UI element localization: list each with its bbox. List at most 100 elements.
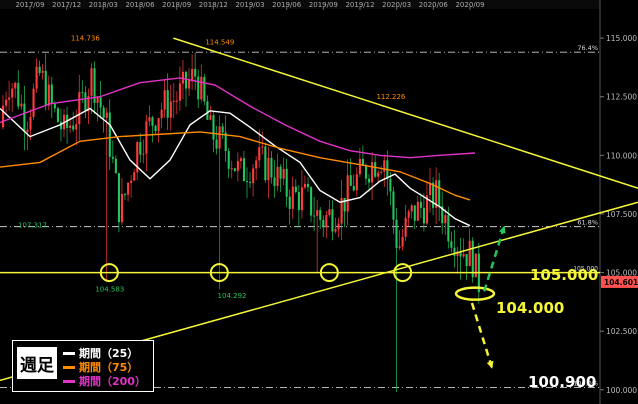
candle-body (337, 223, 340, 230)
legend-swatch-25 (63, 352, 75, 355)
candle-body (2, 105, 5, 128)
support-axis-label: 105.000 (573, 266, 598, 273)
candle-body (35, 66, 38, 89)
x-tick-label: 2018/12 (199, 1, 228, 9)
candle-body (413, 205, 416, 221)
candle-body (447, 215, 450, 242)
price-label: 107.317 (18, 221, 47, 229)
candle-body (32, 88, 35, 117)
candle-body (297, 191, 300, 211)
candle-body (398, 246, 401, 248)
x-tick-label: 2018/06 (125, 1, 155, 9)
candle-body (172, 101, 175, 103)
candle-body (157, 118, 160, 132)
candle-body (279, 166, 282, 179)
candle-body (395, 219, 398, 248)
candle-body (59, 121, 63, 130)
candle-body (84, 92, 87, 112)
fib-label: 76.4% (577, 44, 598, 52)
candle-body (148, 117, 151, 122)
candle-body (20, 103, 23, 107)
candle-body (56, 108, 59, 122)
x-tick-label: 2019/06 (272, 1, 302, 9)
y-tick-label: 115.000 (606, 34, 637, 43)
candle-body (310, 187, 313, 216)
candle-body (191, 68, 194, 81)
candle-body (102, 107, 105, 118)
candle-body (23, 103, 26, 133)
candle-body (75, 124, 78, 130)
candle-body (221, 126, 224, 133)
candle-body (432, 182, 435, 208)
candle-body (270, 157, 273, 178)
candle-body (352, 185, 355, 191)
candle-body (419, 201, 422, 208)
candle-body (108, 112, 111, 157)
candle-body (468, 240, 471, 267)
candle-body (255, 160, 258, 169)
fib-label: 61.8% (577, 219, 598, 227)
x-tick-label: 2020/06 (419, 1, 449, 9)
current-price-label: 104.601 (604, 278, 638, 287)
candle-body (120, 193, 124, 223)
candle-body (111, 156, 114, 159)
price-label: 104.292 (218, 292, 247, 300)
candle-body (465, 254, 468, 267)
candle-body (166, 90, 169, 118)
candle-body (377, 172, 380, 177)
candle-body (212, 115, 215, 140)
candle-body (236, 161, 239, 171)
candle-body (151, 117, 154, 126)
candle-body (242, 158, 246, 182)
candle-body (130, 180, 133, 183)
candle-body (429, 182, 432, 196)
candle-body (325, 215, 328, 228)
candle-body (227, 151, 230, 169)
candle-body (407, 211, 410, 218)
candle-body (117, 173, 120, 223)
candle-body (206, 101, 209, 120)
candle-body (8, 97, 11, 100)
candle-body (26, 129, 29, 133)
candle-body (72, 125, 75, 130)
candle-body (69, 125, 72, 128)
candle-body (38, 66, 41, 73)
y-tick-label: 112.500 (606, 93, 637, 102)
candle-body (422, 207, 425, 224)
candle-body (239, 158, 242, 162)
candle-body (288, 196, 291, 209)
candle-body (276, 166, 279, 187)
candle-body (218, 126, 221, 149)
candle-body (81, 92, 84, 94)
candle-body (203, 76, 206, 102)
candle-body (53, 104, 56, 109)
candle-body (401, 236, 404, 247)
candle-body (29, 116, 32, 130)
candle-body (404, 217, 407, 237)
x-tick-label: 2018/03 (89, 1, 118, 9)
price-label: 112.226 (376, 93, 405, 101)
candle-body (139, 142, 142, 155)
price-label: 114.549 (205, 39, 234, 47)
candle-body (47, 84, 50, 106)
candle-body (188, 80, 191, 89)
candle-body (264, 146, 267, 181)
candle-body (358, 158, 361, 175)
x-tick-label: 2020/09 (455, 1, 484, 9)
y-tick-label: 107.500 (606, 210, 637, 219)
candle-body (11, 88, 14, 98)
price-label: 104.583 (95, 285, 124, 293)
x-tick-label: 2019/09 (309, 1, 338, 9)
y-tick-label: 102.500 (606, 327, 637, 336)
candle-body (90, 68, 93, 96)
candle-body (261, 146, 264, 148)
candle-body (5, 99, 8, 106)
candle-body (197, 76, 200, 100)
candle-body (285, 168, 288, 197)
x-tick-label: 2020/03 (382, 1, 411, 9)
candle-body (154, 125, 157, 132)
candle-body (389, 178, 392, 192)
candle-body (200, 76, 203, 100)
candle-body (252, 168, 255, 183)
candle-body (444, 215, 447, 224)
